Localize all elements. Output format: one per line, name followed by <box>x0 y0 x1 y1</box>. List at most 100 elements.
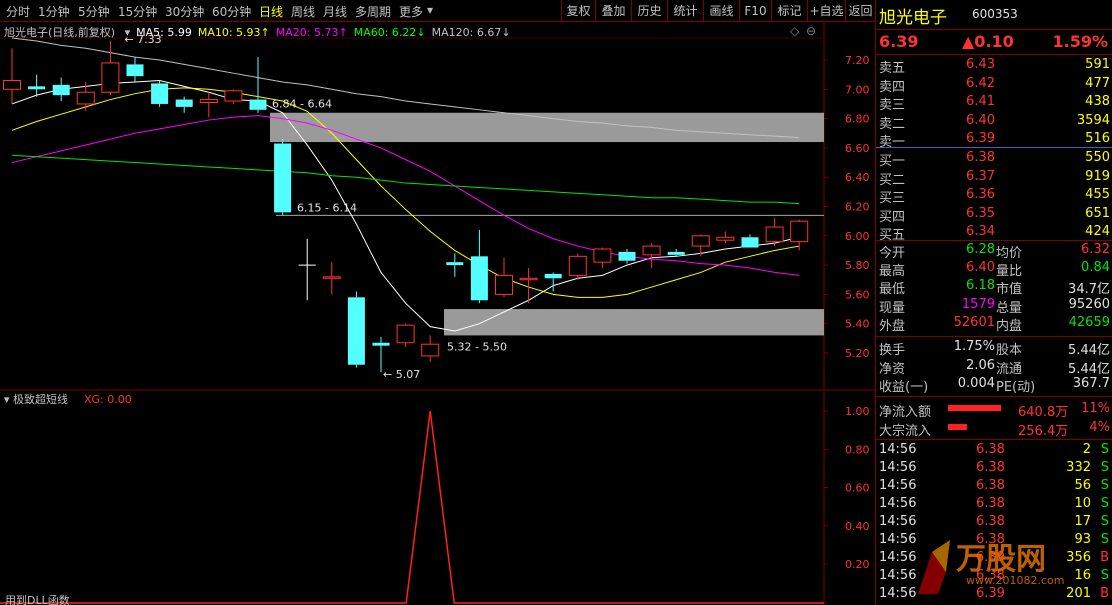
ask-price: 6.39 <box>966 131 995 146</box>
high-annotation: ← 7.33 <box>124 33 161 46</box>
bid-volume: 455 <box>1085 187 1110 202</box>
candle-body-26 <box>642 245 661 256</box>
candle-body-31 <box>765 226 784 243</box>
candle-31 <box>765 218 784 247</box>
stat-label-2: 均价 <box>996 246 1023 261</box>
tick-side: S <box>1100 514 1109 529</box>
y-tick-label-2: 6.80 <box>845 113 870 126</box>
finance-label-2: 流通 <box>996 361 1023 377</box>
stat-value-2: 42659 <box>1068 314 1110 330</box>
y-tick-label-5: 6.20 <box>845 201 870 214</box>
ask-volume: 516 <box>1085 131 1110 146</box>
low-annotation: ← 5.07 <box>383 368 420 381</box>
candle-body-24 <box>593 248 612 263</box>
y-tick-label-10: 5.20 <box>845 347 870 360</box>
bid-row-2: 买三 6.36 455 <box>876 186 1112 206</box>
tick-side: S <box>1100 442 1109 457</box>
candle-body-13 <box>322 276 341 279</box>
candle-16 <box>396 323 415 348</box>
candle-body-22 <box>544 273 562 279</box>
bid-volume: 424 <box>1085 224 1110 239</box>
finance-label-2: 股本 <box>996 343 1023 358</box>
flow-pct: 11% <box>1081 401 1110 416</box>
candle-12 <box>298 238 316 301</box>
tick-row-2: 14:56 6.38 56 S <box>876 477 1112 495</box>
watermark-url: www.201082.com <box>966 574 1065 587</box>
stat-value: 1579 <box>961 296 995 312</box>
bid-price: 6.35 <box>966 205 995 221</box>
candle-21 <box>519 268 538 304</box>
finance-value-2: 5.44亿 <box>1068 343 1110 358</box>
ind-y-tick-label-2: 0.60 <box>845 482 870 495</box>
y-tick-label-6: 6.00 <box>845 230 870 243</box>
candle-26 <box>642 243 661 269</box>
stat-value: 52601 <box>953 314 995 330</box>
bid-label: 买二 <box>879 172 906 188</box>
stat-label-2: 内盘 <box>996 318 1023 334</box>
candle-body-8 <box>199 99 218 103</box>
tick-side: S <box>1100 496 1109 511</box>
ask-row-1: 卖四 6.42 477 <box>876 75 1112 95</box>
tick-row-0: 14:56 6.38 2 S <box>876 441 1112 459</box>
ask-price: 6.43 <box>966 57 995 72</box>
stat-label: 外盘 <box>879 318 906 334</box>
stat-row-0: 今开 6.28 均价 6.32 <box>876 241 1112 261</box>
stat-value-2: 0.84 <box>1081 260 1110 276</box>
y-tick-label-3: 6.60 <box>845 142 870 155</box>
candle-body-6 <box>151 83 169 104</box>
stat-value-2: 95260 <box>1068 296 1110 312</box>
ind-y-tick-label-3: 0.40 <box>845 520 870 533</box>
finance-row-0: 换手 1.75% 股本 5.44亿 <box>876 338 1112 358</box>
tick-price: 6.38 <box>976 514 1005 529</box>
candle-body-32 <box>790 220 809 243</box>
finance-label: 换手 <box>879 343 906 358</box>
ind-y-tick-label-0: 1.00 <box>845 405 870 418</box>
y-tick-label-1: 7.00 <box>845 83 870 96</box>
stock-code: 600353 <box>972 7 1018 21</box>
candle-body-9 <box>224 90 243 102</box>
y-tick-label-9: 5.40 <box>845 318 870 331</box>
last-price: 6.39 <box>879 32 919 51</box>
candle-7 <box>175 96 193 113</box>
y-tick-label-8: 5.60 <box>845 288 870 301</box>
ask-price: 6.41 <box>966 94 995 109</box>
finance-value-2: 5.44亿 <box>1068 361 1110 377</box>
stat-label: 今开 <box>879 246 906 261</box>
quote-panel: 旭光电子 600353 6.39 ▲0.10 1.59% 卖五 6.43 591 卖四… <box>875 0 1112 605</box>
candle-4 <box>101 40 120 96</box>
bid-label: 买三 <box>879 191 906 206</box>
ask-label: 卖五 <box>879 61 906 76</box>
candle-28 <box>691 234 710 257</box>
stat-value: 6.40 <box>966 260 995 276</box>
ask-label: 卖三 <box>879 98 906 113</box>
y-tick-label-4: 6.40 <box>845 171 870 184</box>
candle-11 <box>274 139 292 216</box>
candle-body-20 <box>495 274 513 295</box>
flow-label: 大宗流入 <box>879 424 932 439</box>
finance-label-2: PE(动) <box>996 380 1036 395</box>
ask-label: 卖四 <box>879 79 906 95</box>
candle-body-0 <box>3 80 21 90</box>
candle-body-1 <box>28 86 46 90</box>
bid-price: 6.34 <box>966 224 995 239</box>
stat-value-2: 34.7亿 <box>1068 282 1110 298</box>
diamond-icon: ◇ <box>790 24 800 38</box>
tick-price: 6.38 <box>976 496 1005 511</box>
stat-label-2: 总量 <box>996 300 1023 316</box>
finance-value: 0.004 <box>957 376 995 391</box>
ask-price: 6.42 <box>966 75 995 91</box>
bid-row-0: 买一 6.38 550 <box>876 149 1112 169</box>
candle-3 <box>76 81 95 112</box>
candle-30 <box>741 234 759 248</box>
bid-row-3: 买四 6.35 651 <box>876 205 1112 225</box>
stat-value: 6.18 <box>966 278 995 294</box>
y-tick-label-0: 7.20 <box>845 54 870 67</box>
tick-volume: 332 <box>1066 460 1091 475</box>
candle-body-21 <box>519 277 538 281</box>
kline-chart[interactable]: 7.20 7.00 6.80 6.60 6.40 6.20 6.00 5.80 5.60 5.40… <box>0 0 875 605</box>
bid-price: 6.37 <box>966 168 995 184</box>
candle-25 <box>618 248 636 264</box>
bid-label: 买一 <box>879 154 906 169</box>
tick-time: 14:56 <box>879 460 917 475</box>
ind-y-tick-label-1: 0.80 <box>845 443 870 456</box>
